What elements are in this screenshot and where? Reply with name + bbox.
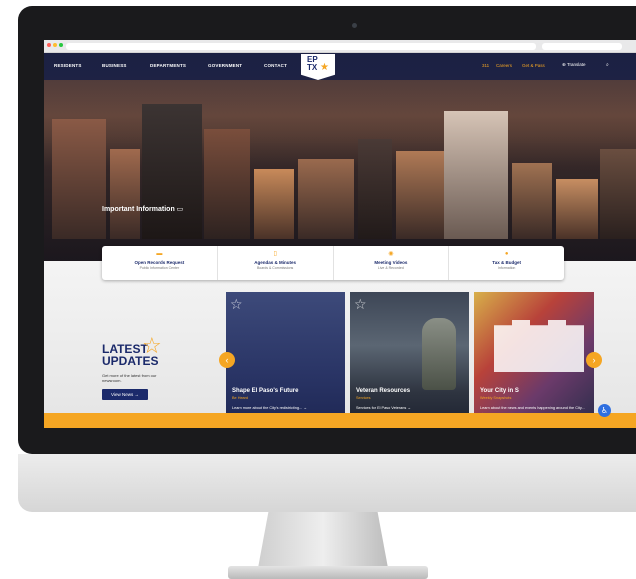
skyline-building	[110, 149, 140, 239]
translate-label: Translate	[566, 62, 586, 67]
skyline-building	[204, 129, 250, 239]
link-get-pass[interactable]: Get & Pass	[522, 63, 545, 68]
view-news-button[interactable]: View News →	[102, 389, 148, 400]
news-card-title: Veteran Resources	[356, 388, 411, 394]
star-outline-icon: ☆	[354, 296, 367, 312]
information-cards: ▬ Open Records Request Public Informatio…	[102, 246, 564, 280]
nav-item-contact[interactable]: CONTACT	[264, 63, 287, 68]
top-navigation: RESIDENTS BUSINESS DEPARTMENTS GOVERNMEN…	[44, 53, 636, 80]
skyline-building	[396, 151, 444, 239]
minimize-window-icon[interactable]	[53, 43, 57, 47]
maximize-window-icon[interactable]	[59, 43, 63, 47]
document-icon: ▯	[273, 251, 277, 257]
info-card-open-records[interactable]: ▬ Open Records Request Public Informatio…	[102, 246, 218, 280]
info-card-subtitle: Information	[497, 266, 516, 270]
skyline-building	[600, 149, 636, 239]
carousel-prev-button[interactable]: ‹	[219, 352, 235, 368]
important-information-heading: Important Information ▭	[102, 205, 183, 213]
globe-icon: ⊕	[562, 62, 566, 67]
browser-toolbar	[44, 40, 636, 53]
screen: RESIDENTS BUSINESS DEPARTMENTS GOVERNMEN…	[44, 40, 636, 428]
accessibility-icon[interactable]: ♿	[598, 404, 611, 417]
star-outline-icon: ☆	[230, 296, 243, 312]
link-careers[interactable]: Careers	[496, 63, 512, 68]
footer-accent-band	[44, 413, 636, 428]
logo-text: EP TX	[307, 56, 318, 72]
news-card-shape-el-paso[interactable]: ☆ Shape El Paso's Future Be Heard Learn …	[226, 292, 345, 426]
close-window-icon[interactable]	[47, 43, 51, 47]
webcam	[352, 23, 357, 28]
important-information-label: Important Information	[102, 206, 175, 213]
skyline-building	[142, 104, 202, 239]
skyline-building	[52, 119, 106, 239]
news-card-your-city[interactable]: Your City in S Weekly Snapshots Learn ab…	[474, 292, 594, 426]
translate-button[interactable]: ⊕ Translate	[562, 62, 586, 68]
monitor-chin	[18, 454, 636, 512]
carousel-next-button[interactable]: ›	[586, 352, 602, 368]
info-card-title: Meeting Videos	[374, 260, 408, 265]
logo-bottom-text: TX	[307, 63, 318, 72]
browser-search-field[interactable]	[542, 43, 622, 50]
star-icon: ★	[320, 62, 329, 73]
video-icon: ◉	[388, 251, 394, 257]
info-card-subtitle: Public Information Center	[139, 266, 180, 270]
hero-banner: RESIDENTS BUSINESS DEPARTMENTS GOVERNMEN…	[44, 53, 636, 261]
veteran-photo	[422, 318, 456, 390]
nav-item-government[interactable]: GOVERNMENT	[208, 63, 242, 68]
city-logo[interactable]: EP TX ★	[301, 54, 335, 80]
search-icon[interactable]: ⌕	[606, 62, 609, 68]
info-book-icon: ▭	[176, 206, 184, 213]
coins-icon: ●	[504, 251, 509, 257]
skyline-building	[358, 139, 392, 239]
news-card-subtitle: Weekly Snapshots	[480, 396, 512, 400]
address-bar[interactable]	[66, 43, 536, 50]
skyline-building	[556, 179, 598, 239]
monitor-base	[228, 566, 428, 579]
skyline-building	[298, 159, 354, 239]
info-card-title: Tax & Budget	[492, 260, 521, 265]
info-card-meeting-videos[interactable]: ◉ Meeting Videos Live & Recorded	[334, 246, 450, 280]
latest-updates-subtitle: Get more of the latest from our newsroom…	[102, 373, 157, 383]
news-card-veteran-resources[interactable]: ☆ Veteran Resources Services Services fo…	[350, 292, 469, 426]
info-card-subtitle: Live & Recorded	[377, 266, 404, 270]
skyline-building	[444, 111, 508, 239]
news-card-subtitle: Services	[356, 396, 371, 400]
news-card-subtitle: Be Heard	[232, 396, 249, 400]
nav-item-business[interactable]: BUSINESS	[102, 63, 127, 68]
nav-item-departments[interactable]: DEPARTMENTS	[150, 63, 186, 68]
info-card-subtitle: Boards & Commissions	[256, 266, 294, 270]
news-card-title: Shape El Paso's Future	[232, 388, 299, 394]
folder-icon: ▬	[156, 251, 163, 257]
nav-item-residents[interactable]: RESIDENTS	[54, 63, 82, 68]
info-card-agendas[interactable]: ▯ Agendas & Minutes Boards & Commissions	[218, 246, 334, 280]
info-card-tax-budget[interactable]: ● Tax & Budget Information	[449, 246, 564, 280]
star-outline-icon: ☆	[142, 333, 162, 358]
link-311[interactable]: 311	[482, 63, 489, 68]
info-card-title: Open Records Request	[134, 260, 185, 265]
greetings-letters-art	[494, 320, 584, 372]
monitor-stand	[258, 512, 388, 568]
skyline-building	[254, 169, 294, 239]
news-card-link[interactable]: Learn more about the City's redistrictin…	[232, 406, 307, 410]
skyline-building	[512, 163, 552, 239]
news-card-title: Your City in S	[480, 388, 519, 394]
news-card-link[interactable]: Services for El Paso Veterans →	[356, 406, 411, 410]
info-card-title: Agendas & Minutes	[254, 260, 296, 265]
